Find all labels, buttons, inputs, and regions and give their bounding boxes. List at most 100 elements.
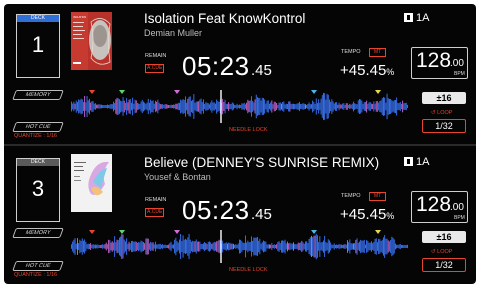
waveform-bar [305, 104, 306, 109]
waveform-bar [191, 241, 192, 252]
waveform-bar [377, 101, 378, 112]
hot-cue-marker [375, 90, 381, 94]
waveform-bar [141, 241, 143, 252]
hot-cue-marker [311, 230, 317, 234]
waveform-bar [169, 243, 171, 250]
waveform-bar [139, 104, 141, 110]
master-tempo-indicator[interactable]: MT [369, 192, 387, 201]
deck-indicator[interactable]: DECK 3 [16, 158, 60, 222]
memory-button[interactable]: MEMORY [12, 228, 64, 238]
waveform-bar [282, 102, 284, 111]
tempo-unit: % [386, 211, 395, 221]
waveform-bar [195, 101, 197, 112]
waveform-bar [193, 94, 195, 119]
waveform-bar [161, 104, 162, 109]
waveform[interactable] [71, 230, 408, 263]
waveform-bar [336, 102, 338, 111]
waveform-bar [275, 101, 276, 112]
waveform-bar [288, 101, 290, 112]
hot-cue-marker [311, 90, 317, 94]
waveform-bar [129, 243, 131, 250]
waveform-bar [107, 244, 108, 249]
waveform-bar [405, 102, 407, 111]
waveform-bar [397, 102, 399, 111]
waveform-bar [330, 101, 332, 112]
waveform-bar [396, 97, 398, 116]
waveform-bar [248, 242, 250, 251]
waveform-bar [399, 102, 401, 111]
waveform-bar [138, 241, 140, 252]
waveform-bar [175, 237, 177, 256]
waveform-bar [132, 240, 134, 252]
waveform-bar [360, 99, 362, 114]
waveform-bar [173, 244, 174, 249]
hot-cue-button[interactable]: HOT CUE [12, 122, 64, 132]
waveform-bar [210, 102, 212, 111]
waveform-bar [350, 104, 352, 109]
waveform-bar [295, 244, 297, 249]
waveform-bar [398, 103, 400, 110]
waveform-bar [288, 243, 290, 250]
waveform-bar [301, 103, 303, 110]
waveform-bar [110, 104, 112, 109]
waveform-bar [116, 239, 118, 254]
waveform-bar [223, 101, 225, 111]
tempo-range-button[interactable]: ±16 [422, 231, 466, 243]
waveform-bar [198, 241, 200, 252]
waveform-bar [312, 100, 314, 113]
master-tempo-indicator[interactable]: MT [369, 48, 387, 57]
track-artist: Demian Muller [144, 28, 203, 38]
waveform-bar [243, 102, 245, 111]
waveform-bar [251, 96, 252, 117]
waveform-bar [373, 242, 375, 251]
waveform-bar [230, 243, 232, 250]
waveform-bar [337, 245, 339, 248]
waveform-bar [213, 241, 215, 252]
waveform-bar [155, 100, 156, 113]
waveform-bar [182, 235, 184, 258]
waveform-bar [83, 240, 84, 253]
bpm-unit: BPM [454, 215, 465, 221]
waveform-bar [228, 102, 230, 111]
waveform-bar [371, 241, 372, 252]
waveform-bar [73, 239, 75, 254]
waveform-bar [164, 104, 166, 109]
waveform-bar [90, 102, 92, 111]
waveform-bar [187, 237, 189, 256]
waveform-bar [402, 100, 404, 113]
waveform-bar [186, 239, 188, 254]
memory-button[interactable]: MEMORY [12, 90, 64, 100]
waveform-bar [152, 242, 154, 251]
waveform-bar [199, 99, 201, 114]
waveform-bar [71, 101, 72, 112]
waveform-bar [229, 103, 231, 110]
waveform-bar [71, 244, 72, 249]
waveform-bar [167, 245, 168, 248]
tempo-range-button[interactable]: ±16 [422, 92, 466, 104]
waveform-bar [225, 242, 227, 251]
waveform-bar [249, 241, 251, 252]
hot-cue-button[interactable]: HOT CUE [12, 261, 64, 271]
waveform-bar [407, 244, 408, 249]
deck-number: 1 [31, 32, 45, 57]
loop-length-button[interactable]: 1/32 [422, 119, 466, 133]
waveform-bar [197, 241, 198, 252]
waveform-bar [117, 240, 119, 253]
waveform[interactable] [71, 90, 408, 123]
deck-indicator[interactable]: DECK 1 [16, 14, 60, 78]
bpm-unit: BPM [454, 71, 465, 77]
waveform-bar [87, 100, 89, 113]
waveform-bars [71, 233, 408, 260]
waveform-bar [151, 242, 153, 251]
waveform-bar [179, 102, 180, 111]
deck-label: DECK [17, 15, 59, 22]
waveform-bar [300, 242, 302, 251]
waveform-bar [351, 103, 353, 110]
waveform-bar [314, 235, 316, 258]
waveform-bar [399, 243, 401, 250]
loop-length-button[interactable]: 1/32 [422, 258, 466, 272]
waveform-bar [263, 98, 264, 115]
waveform-bar [105, 105, 107, 108]
waveform-bar [323, 240, 324, 253]
waveform-bar [80, 240, 82, 253]
